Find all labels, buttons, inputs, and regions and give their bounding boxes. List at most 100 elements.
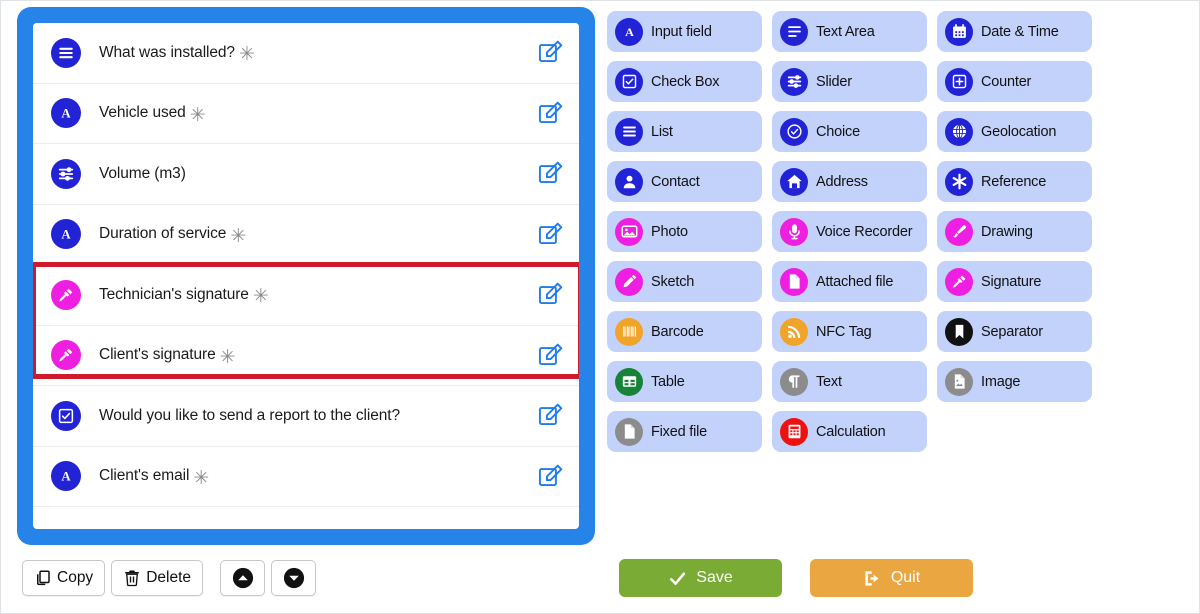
edit-field-button[interactable] <box>535 401 565 431</box>
form-field-row[interactable]: Technician's signature ✳ <box>33 265 579 326</box>
exit-icon <box>863 569 882 588</box>
palette-button-label: Choice <box>816 123 860 140</box>
palette-button-label: Signature <box>981 273 1042 290</box>
form-builder-screen: What was installed? ✳ A Vehicle used ✳ Volume… <box>0 0 1200 614</box>
signature-icon <box>51 340 81 371</box>
palette-button-contact[interactable]: Contact <box>607 161 762 202</box>
form-field-row[interactable]: A Client's email ✳ <box>33 446 579 507</box>
palette-button-photo[interactable]: Photo <box>607 211 762 252</box>
palette-button-signature[interactable]: Signature <box>937 261 1092 302</box>
choice-icon <box>780 117 808 146</box>
palette-button-table[interactable]: Table <box>607 361 762 402</box>
palette-button-label: NFC Tag <box>816 323 872 340</box>
palette-button-label: Counter <box>981 73 1032 90</box>
palette-button-fixed-file[interactable]: Fixed file <box>607 411 762 452</box>
palette-button-slider[interactable]: Slider <box>772 61 927 102</box>
nfc-icon <box>780 317 808 346</box>
palette-button-sketch[interactable]: Sketch <box>607 261 762 302</box>
palette-button-label: Drawing <box>981 223 1033 240</box>
palette-button-calculation[interactable]: Calculation <box>772 411 927 452</box>
palette-button-label: Reference <box>981 173 1047 190</box>
edit-field-button[interactable] <box>535 98 565 128</box>
row-toolbar: Copy Delete <box>22 560 316 596</box>
required-marker: ✳ <box>230 225 247 247</box>
copy-button[interactable]: Copy <box>22 560 106 596</box>
palette-button-geolocation[interactable]: Geolocation <box>937 111 1092 152</box>
palette-button-voice-recorder[interactable]: Voice Recorder <box>772 211 927 252</box>
move-up-button[interactable] <box>220 560 265 596</box>
palette-button-label: Photo <box>651 223 688 240</box>
palette-button-separator[interactable]: Separator <box>937 311 1092 352</box>
palette-button-barcode[interactable]: Barcode <box>607 311 762 352</box>
form-field-label: Client's email <box>99 467 190 485</box>
pencil-icon <box>615 267 643 296</box>
edit-field-button[interactable] <box>535 340 565 370</box>
edit-field-button[interactable] <box>535 461 565 491</box>
palette-button-label: Attached file <box>816 273 894 290</box>
svg-text:A: A <box>61 107 71 121</box>
form-field-row[interactable]: Would you like to send a report to the c… <box>33 386 579 447</box>
palette-button-date-time[interactable]: Date & Time <box>937 11 1092 52</box>
svg-text:A: A <box>61 228 71 242</box>
form-field-row[interactable]: A Vehicle used ✳ <box>33 83 579 144</box>
globe-icon <box>945 117 973 146</box>
copy-button-label: Copy <box>57 569 94 586</box>
palette-button-address[interactable]: Address <box>772 161 927 202</box>
form-field-row[interactable]: What was installed? ✳ <box>33 23 579 84</box>
delete-button[interactable]: Delete <box>111 560 203 596</box>
edit-field-button[interactable] <box>535 280 565 310</box>
list-icon <box>615 117 643 146</box>
palette-button-label: Barcode <box>651 323 704 340</box>
asterisk-icon <box>945 167 973 196</box>
field-type-palette: A Input field Text Area Date & Time Check Bo… <box>607 11 1187 452</box>
palette-button-label: Table <box>651 373 685 390</box>
move-down-button[interactable] <box>271 560 316 596</box>
required-marker: ✳ <box>193 467 210 489</box>
palette-button-check-box[interactable]: Check Box <box>607 61 762 102</box>
palette-button-attached-file[interactable]: Attached file <box>772 261 927 302</box>
edit-field-button[interactable] <box>535 219 565 249</box>
delete-button-label: Delete <box>146 569 191 586</box>
form-field-label: Client's signature <box>99 346 216 364</box>
input-field-icon: A <box>51 461 81 492</box>
quit-button[interactable]: Quit <box>810 559 973 597</box>
check-box-icon <box>51 400 81 431</box>
palette-button-reference[interactable]: Reference <box>937 161 1092 202</box>
form-field-label: Duration of service <box>99 225 227 243</box>
list-icon <box>51 37 81 68</box>
palette-button-label: Calculation <box>816 423 886 440</box>
signature-icon <box>945 267 973 296</box>
palette-button-label: Text <box>816 373 842 390</box>
home-icon <box>780 167 808 196</box>
palette-button-choice[interactable]: Choice <box>772 111 927 152</box>
save-button[interactable]: Save <box>619 559 782 597</box>
palette-button-list[interactable]: List <box>607 111 762 152</box>
palette-button-label: List <box>651 123 673 140</box>
palette-button-drawing[interactable]: Drawing <box>937 211 1092 252</box>
palette-button-text-area[interactable]: Text Area <box>772 11 927 52</box>
slider-icon <box>51 158 81 189</box>
calendar-icon <box>945 17 973 46</box>
required-marker: ✳ <box>238 44 255 66</box>
palette-button-text[interactable]: Text <box>772 361 927 402</box>
palette-button-input-field[interactable]: A Input field <box>607 11 762 52</box>
form-panel: What was installed? ✳ A Vehicle used ✳ Volume… <box>17 7 595 545</box>
edit-field-button[interactable] <box>535 159 565 189</box>
required-marker: ✳ <box>252 286 269 308</box>
palette-button-image[interactable]: Image <box>937 361 1092 402</box>
palette-button-label: Separator <box>981 323 1043 340</box>
form-field-row[interactable]: A Duration of service ✳ <box>33 204 579 265</box>
palette-button-counter[interactable]: Counter <box>937 61 1092 102</box>
slider-icon <box>780 67 808 96</box>
edit-field-button[interactable] <box>535 38 565 68</box>
required-marker: ✳ <box>189 104 206 126</box>
file-icon <box>615 417 643 446</box>
form-field-label: Technician's signature <box>99 285 249 303</box>
microphone-icon <box>780 217 808 246</box>
form-field-row[interactable]: Volume (m3) <box>33 144 579 205</box>
table-icon <box>615 367 643 396</box>
chevron-down-circle-icon <box>283 567 305 589</box>
form-field-row[interactable]: Client's signature ✳ <box>33 325 579 386</box>
brush-icon <box>945 217 973 246</box>
palette-button-nfc-tag[interactable]: NFC Tag <box>772 311 927 352</box>
